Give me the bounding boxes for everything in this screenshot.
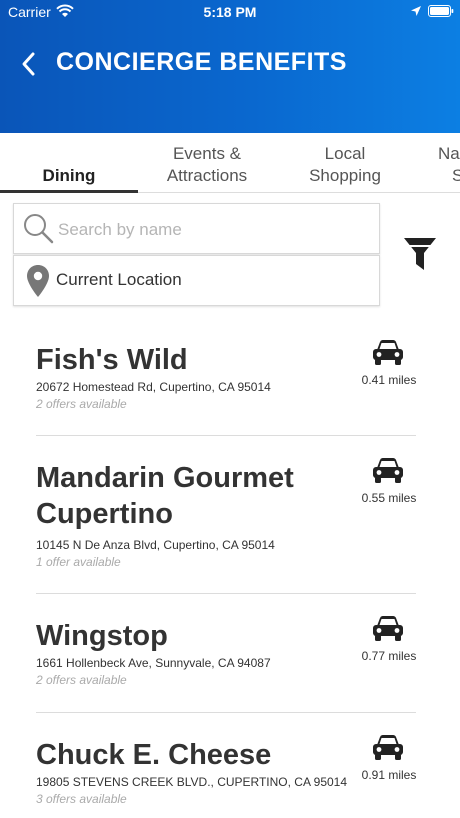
tab-label: Dining — [42, 166, 96, 185]
status-bar: Carrier 5:18 PM — [0, 0, 460, 24]
offers-count: 3 offers available — [36, 792, 127, 806]
header-bar: Carrier 5:18 PM CONCIERGE BENEFITS — [0, 0, 460, 133]
search-field[interactable] — [13, 203, 380, 254]
search-icon — [24, 214, 54, 244]
restaurant-name: Wingstop — [36, 620, 168, 652]
filter-icon[interactable] — [402, 236, 438, 272]
car-icon — [373, 340, 403, 365]
tab-events-attractions[interactable]: Events & Attractions — [138, 143, 276, 187]
tab-label-line2: Shopping — [309, 166, 381, 185]
tab-label-line1: Local — [324, 144, 366, 163]
offers-count: 1 offer available — [36, 555, 121, 569]
battery-icon — [428, 5, 454, 17]
distance-label: 0.91 miles — [361, 768, 417, 782]
page-title: CONCIERGE BENEFITS — [56, 48, 347, 76]
car-icon — [373, 458, 403, 483]
list-divider — [36, 435, 416, 436]
location-arrow-icon — [411, 6, 421, 16]
restaurant-name: Chuck E. Cheese — [36, 739, 272, 771]
restaurant-name: Mandarin Gourmet Cupertino — [36, 462, 294, 530]
offers-count: 2 offers available — [36, 673, 127, 687]
restaurant-name: Fish's Wild — [36, 344, 188, 376]
back-chevron-icon[interactable] — [18, 50, 40, 78]
current-location-field[interactable]: Current Location — [13, 255, 380, 306]
tab-label-line1: Events & — [172, 144, 242, 163]
tab-dining[interactable]: Dining — [0, 165, 138, 187]
car-icon — [373, 735, 403, 760]
location-label: Current Location — [56, 270, 182, 289]
tab-label-line1: Na — [438, 144, 460, 163]
restaurant-address: 1661 Hollenbeck Ave, Sunnyvale, CA 94087 — [36, 656, 271, 670]
restaurant-address: 10145 N De Anza Blvd, Cupertino, CA 9501… — [36, 538, 275, 552]
distance-label: 0.55 miles — [361, 491, 417, 505]
location-pin-icon — [27, 265, 49, 297]
tab-local-shopping[interactable]: Local Shopping — [276, 143, 414, 187]
tab-partial[interactable]: Na S — [432, 143, 460, 187]
distance-label: 0.77 miles — [361, 649, 417, 663]
tab-label-line2: Attractions — [166, 166, 248, 185]
offers-count: 2 offers available — [36, 397, 127, 411]
status-time: 5:18 PM — [203, 4, 257, 20]
active-tab-indicator — [0, 190, 138, 193]
car-icon — [373, 616, 403, 641]
category-tabs: Dining Events & Attractions Local Shoppi… — [0, 133, 460, 195]
tab-label-line2: S — [452, 166, 460, 185]
list-divider — [36, 593, 416, 594]
restaurant-address: 20672 Homestead Rd, Cupertino, CA 95014 — [36, 380, 271, 394]
search-input[interactable] — [56, 214, 370, 246]
restaurant-address: 19805 STEVENS CREEK BLVD., CUPERTINO, CA… — [36, 775, 348, 789]
list-divider — [36, 712, 416, 713]
distance-label: 0.41 miles — [361, 373, 417, 387]
